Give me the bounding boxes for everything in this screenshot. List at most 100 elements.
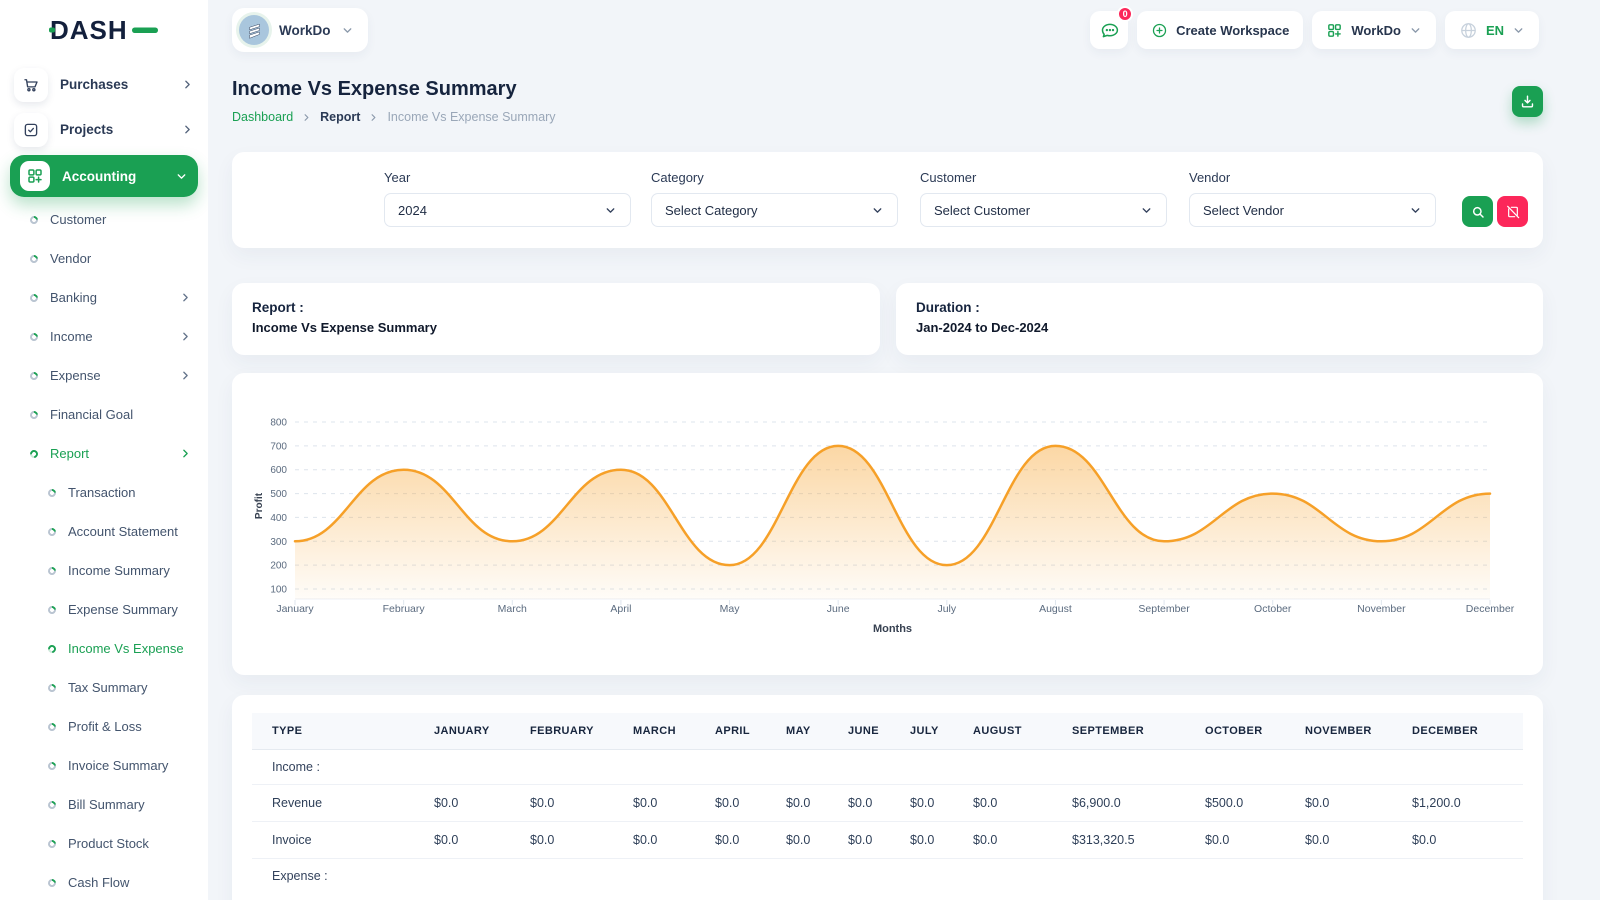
year-select[interactable]: 2024 — [384, 193, 631, 227]
sidebar-item-bill-summary[interactable]: Bill Summary — [0, 785, 208, 824]
download-icon — [1519, 93, 1536, 110]
search-button[interactable] — [1462, 196, 1493, 227]
breadcrumb-dashboard[interactable]: Dashboard — [232, 110, 293, 124]
sidebar-item-financial-goal[interactable]: Financial Goal — [0, 395, 208, 434]
column-header-january: JANUARY — [434, 713, 530, 750]
cell-value: $0.0 — [434, 822, 530, 859]
reset-filter-button[interactable] — [1497, 196, 1528, 227]
filter-actions — [1462, 196, 1528, 227]
chevron-down-icon — [175, 170, 188, 183]
sidebar-item-vendor[interactable]: Vendor — [0, 239, 208, 278]
sidebar-item-customer[interactable]: Customer — [0, 200, 208, 239]
cell-value: $0.0 — [1412, 822, 1523, 859]
sidebar-item-banking[interactable]: Banking — [0, 278, 208, 317]
chevron-right-icon — [179, 330, 192, 343]
report-value: Income Vs Expense Summary — [252, 320, 860, 335]
search-icon — [1470, 204, 1486, 220]
breadcrumb-report[interactable]: Report — [320, 110, 360, 124]
sidebar-item-accounting[interactable]: Accounting — [10, 155, 198, 197]
breadcrumb-current: Income Vs Expense Summary — [387, 110, 555, 124]
chevron-right-icon — [179, 369, 192, 382]
svg-text:October: October — [1254, 603, 1292, 615]
sidebar-item-label: Profit & Loss — [68, 719, 192, 734]
ring-bullet-icon — [28, 214, 39, 225]
cell-value: $0.0 — [633, 785, 715, 822]
sidebar-item-transaction[interactable]: Transaction — [0, 473, 208, 512]
language-selector[interactable]: EN — [1445, 11, 1539, 49]
sidebar-item-expense-summary[interactable]: Expense Summary — [0, 590, 208, 629]
ring-bullet-icon — [46, 682, 57, 693]
sidebar-item-label: Report — [50, 446, 167, 461]
chevron-down-icon — [1409, 204, 1422, 217]
sidebar-item-purchases[interactable]: Purchases — [0, 62, 208, 107]
cell-value: $0.0 — [848, 822, 910, 859]
chevron-right-icon — [181, 123, 194, 136]
column-header-august: AUGUST — [973, 713, 1072, 750]
sidebar-item-label: Accounting — [62, 169, 175, 184]
sidebar-item-tax-summary[interactable]: Tax Summary — [0, 668, 208, 707]
sidebar-item-income[interactable]: Income — [0, 317, 208, 356]
income-expense-table-card: TYPEJANUARYFEBRUARYMARCHAPRILMAYJUNEJULY… — [232, 695, 1543, 900]
sidebar-item-label: Expense — [50, 368, 167, 383]
sidebar-item-invoice-summary[interactable]: Invoice Summary — [0, 746, 208, 785]
sidebar-item-expense[interactable]: Expense — [0, 356, 208, 395]
sidebar-item-report[interactable]: Report — [0, 434, 208, 473]
cell-value: $0.0 — [786, 822, 848, 859]
column-header-february: FEBRUARY — [530, 713, 633, 750]
sidebar-item-cash-flow[interactable]: Cash Flow — [0, 863, 208, 900]
sidebar-item-label: Expense Summary — [68, 602, 192, 617]
ring-bullet-icon — [46, 565, 57, 576]
report-label: Report : — [252, 300, 860, 315]
page-title: Income Vs Expense Summary — [232, 78, 1543, 101]
sidebar-item-label: Transaction — [68, 485, 192, 500]
download-button[interactable] — [1512, 86, 1543, 117]
vendor-select[interactable]: Select Vendor — [1189, 193, 1436, 227]
ring-bullet-icon — [46, 799, 57, 810]
chevron-right-icon — [179, 291, 192, 304]
create-workspace-button[interactable]: Create Workspace — [1137, 11, 1303, 49]
table-row-revenue: Revenue$0.0$0.0$0.0$0.0$0.0$0.0$0.0$0.0$… — [252, 785, 1523, 822]
svg-text:700: 700 — [270, 441, 287, 452]
sidebar-item-profit-loss[interactable]: Profit & Loss — [0, 707, 208, 746]
ring-bullet-icon — [46, 526, 57, 537]
ring-bullet-icon — [46, 721, 57, 732]
sidebar-item-label: Bill Summary — [68, 797, 192, 812]
chevron-down-icon — [604, 204, 617, 217]
sidebar-item-label: Product Stock — [68, 836, 192, 851]
sidebar-item-label: Financial Goal — [50, 407, 192, 422]
sidebar-item-label: Vendor — [50, 251, 192, 266]
plus-circle-icon — [1151, 22, 1168, 39]
ring-bullet-icon — [46, 877, 57, 888]
sidebar-item-product-stock[interactable]: Product Stock — [0, 824, 208, 863]
svg-text:May: May — [720, 603, 741, 615]
topbar: WorkDo 0 Create Workspace WorkDo — [232, 8, 1539, 52]
workdo-menu-button[interactable]: WorkDo — [1312, 11, 1436, 49]
row-label: Revenue — [252, 785, 434, 822]
building-icon — [246, 22, 263, 39]
svg-text:100: 100 — [270, 585, 287, 596]
chevron-down-icon — [341, 24, 354, 37]
column-header-december: DECEMBER — [1412, 713, 1523, 750]
sidebar-item-income-vs-expense[interactable]: Income Vs Expense — [0, 629, 208, 668]
customer-select[interactable]: Select Customer — [920, 193, 1167, 227]
workspace-name: WorkDo — [279, 23, 331, 38]
column-header-type: TYPE — [252, 713, 434, 750]
area-chart-svg: 800700600500400300200100 JanuaryFebruary… — [232, 373, 1543, 675]
column-header-march: MARCH — [633, 713, 715, 750]
messages-button[interactable]: 0 — [1090, 11, 1128, 49]
column-header-may: MAY — [786, 713, 848, 750]
duration-label: Duration : — [916, 300, 1523, 315]
topbar-actions: 0 Create Workspace WorkDo EN — [1090, 11, 1539, 49]
ring-bullet-icon — [28, 331, 39, 342]
app-logo[interactable]: DASH — [0, 0, 208, 60]
chevron-right-icon — [301, 112, 312, 123]
sidebar-item-projects[interactable]: Projects — [0, 107, 208, 152]
sidebar-item-label: Banking — [50, 290, 167, 305]
category-select[interactable]: Select Category — [651, 193, 898, 227]
column-header-september: SEPTEMBER — [1072, 713, 1205, 750]
workspace-selector[interactable]: WorkDo — [232, 8, 368, 52]
cell-value: $313,320.5 — [1072, 822, 1205, 859]
sidebar-item-account-statement[interactable]: Account Statement — [0, 512, 208, 551]
sidebar-item-income-summary[interactable]: Income Summary — [0, 551, 208, 590]
cart-icon — [22, 76, 40, 94]
